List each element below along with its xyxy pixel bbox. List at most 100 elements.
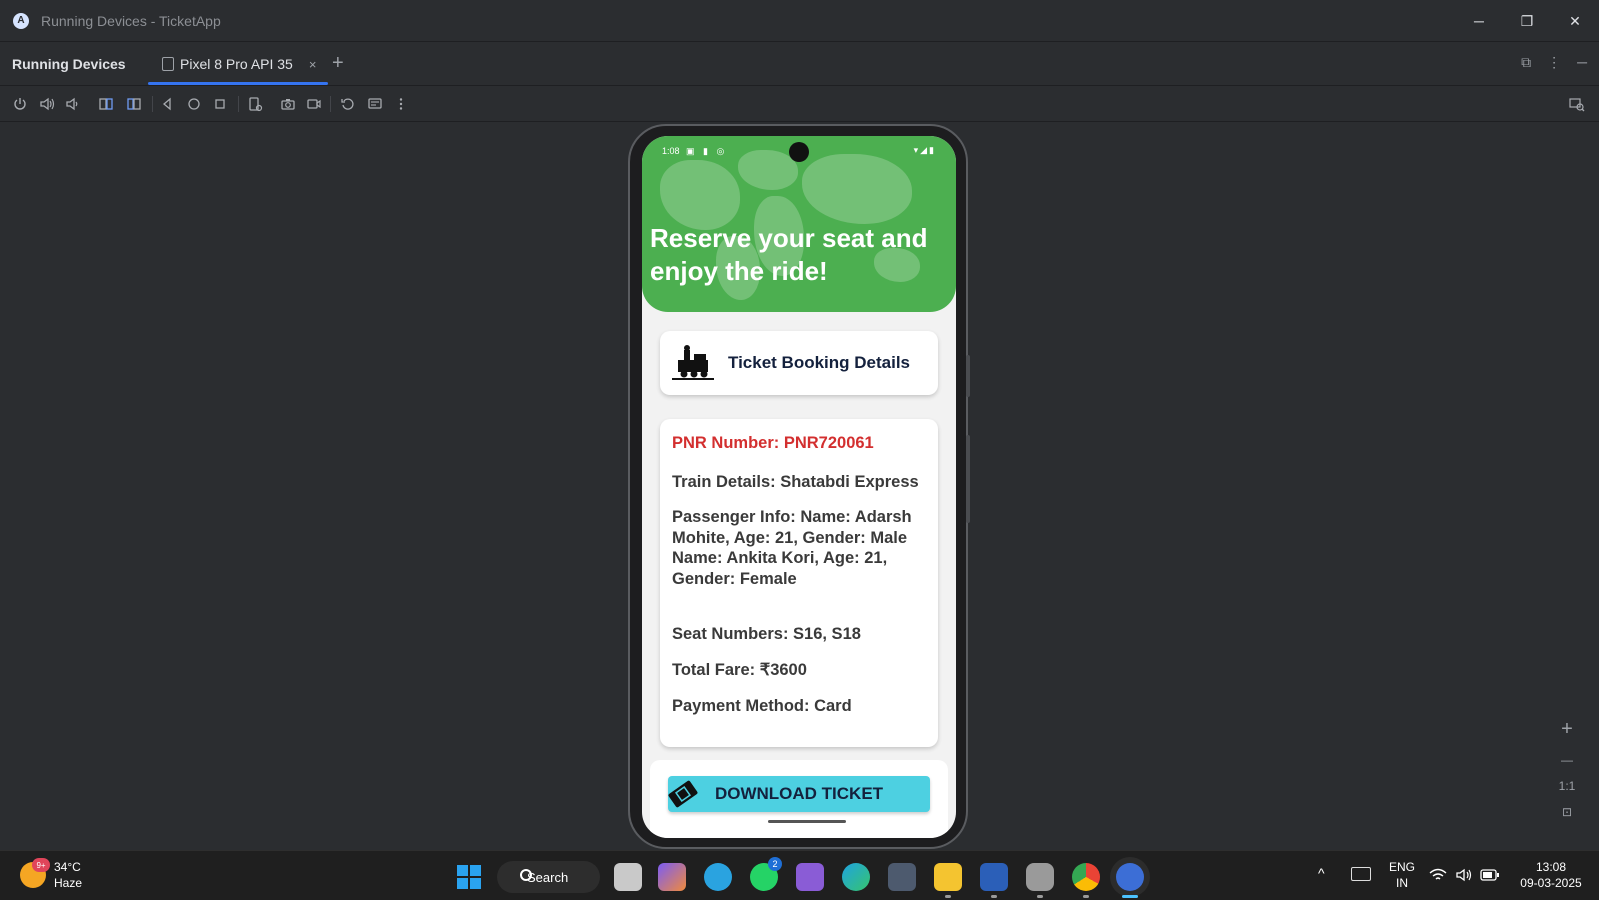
add-tab-button[interactable]: +	[332, 52, 344, 75]
zoom-actual-size-button[interactable]: 1:1	[1559, 779, 1576, 793]
rotate-left-icon[interactable]	[97, 96, 115, 112]
booking-details-card: PNR Number: PNR720061 Train Details: Sha…	[660, 419, 938, 747]
hide-window-icon[interactable]: ─	[1577, 54, 1587, 71]
zoom-search-icon[interactable]	[1568, 96, 1586, 112]
volume-icon[interactable]	[1455, 867, 1473, 883]
zoom-in-button[interactable]: +	[1561, 718, 1573, 741]
home-icon[interactable]	[185, 96, 203, 112]
taskbar-search[interactable]: Search	[497, 861, 600, 893]
toolbar-separator	[152, 96, 153, 112]
wifi-icon[interactable]	[1429, 867, 1447, 883]
tray-overflow-chevron-icon[interactable]: ^	[1318, 865, 1325, 881]
weather-temp: 34°C	[54, 860, 81, 874]
app-running-indicator	[945, 895, 951, 898]
restore-button[interactable]: ❐	[1503, 0, 1551, 42]
tool-window-actions: ⧉ ⋮ ─	[1521, 54, 1587, 71]
visual-studio-icon[interactable]	[796, 863, 824, 891]
input-language[interactable]: ENG IN	[1386, 859, 1418, 891]
total-fare: Total Fare: ₹3600	[672, 661, 807, 679]
weather-badge: 9+	[32, 858, 50, 872]
screen-record-icon[interactable]	[305, 96, 323, 112]
overview-icon[interactable]	[211, 96, 229, 112]
phone-side-button	[966, 355, 970, 397]
download-ticket-label: DOWNLOAD TICKET	[714, 784, 884, 803]
tab-close-icon[interactable]: ×	[309, 57, 317, 72]
pnr-number: PNR Number: PNR720061	[672, 434, 874, 452]
clock-time: 13:08	[1535, 860, 1567, 874]
chrome-icon[interactable]	[1072, 863, 1100, 891]
windows-start-icon[interactable]	[457, 865, 481, 889]
phone-volume-button	[966, 435, 970, 523]
weather-text: 34°C Haze	[54, 859, 82, 891]
close-button[interactable]: ✕	[1551, 0, 1599, 42]
screenshot-icon[interactable]	[279, 96, 297, 112]
weather-condition: Haze	[54, 876, 83, 890]
phone-screen[interactable]: 1:08 ▣ ▮ ◎ ▾◢▮ Reserve your seat and enj…	[642, 136, 956, 838]
options-menu-icon[interactable]: ⋮	[1547, 54, 1561, 71]
app-running-indicator	[991, 895, 997, 898]
terminal-icon[interactable]	[888, 863, 916, 891]
device-settings-icon[interactable]	[246, 96, 264, 112]
passenger-info: Passenger Info: Name: Adarsh Mohite, Age…	[672, 508, 912, 588]
back-icon[interactable]	[158, 96, 176, 112]
region-code: IN	[1396, 876, 1408, 890]
copilot-icon[interactable]	[658, 863, 686, 891]
tool-window-title: Running Devices	[12, 55, 126, 72]
emulator-toolbar	[0, 86, 1599, 122]
search-icon	[520, 869, 532, 881]
tab-label: Pixel 8 Pro API 35	[180, 56, 293, 72]
download-ticket-button[interactable]: DOWNLOAD TICKET	[668, 776, 930, 812]
minimize-button[interactable]: ─	[1455, 0, 1503, 42]
tabs-bar: Running Devices Pixel 8 Pro API 35 × + ⧉…	[0, 42, 1599, 86]
whatsapp-icon[interactable]: 2	[750, 857, 782, 891]
database-icon[interactable]	[1026, 863, 1054, 891]
active-tab-indicator	[148, 82, 328, 85]
booking-title: Ticket Booking Details	[728, 353, 911, 372]
weather-widget[interactable]: 9+ 34°C Haze	[20, 858, 82, 891]
battery-icon[interactable]	[1480, 868, 1500, 882]
notification-icons: ▣ ▮ ◎	[686, 146, 728, 156]
download-section: DOWNLOAD TICKET	[650, 760, 948, 838]
android-studio-icon[interactable]	[1116, 863, 1144, 891]
reset-icon[interactable]	[339, 96, 357, 112]
title-bar: A Running Devices - TicketApp ─ ❐ ✕	[0, 0, 1599, 42]
word-icon[interactable]	[980, 863, 1008, 891]
window-title: Running Devices - TicketApp	[41, 12, 221, 29]
tab-pixel-8-pro[interactable]: Pixel 8 Pro API 35 ×	[148, 42, 328, 86]
keyboard-icon[interactable]	[1351, 867, 1371, 881]
android-studio-logo-icon: A	[13, 12, 29, 29]
file-explorer-icon[interactable]	[934, 863, 962, 891]
zoom-out-button[interactable]: —	[1561, 753, 1573, 767]
rotate-right-icon[interactable]	[125, 96, 143, 112]
search-label: Search	[527, 869, 569, 885]
status-time: 1:08	[662, 146, 680, 156]
window-controls: ─ ❐ ✕	[1455, 0, 1599, 42]
zoom-fit-button[interactable]: ⊡	[1562, 805, 1572, 819]
more-icon[interactable]	[392, 96, 410, 112]
snapshot-icon[interactable]	[366, 96, 384, 112]
float-window-icon[interactable]: ⧉	[1521, 54, 1531, 71]
world-map-shape	[660, 160, 740, 230]
haze-weather-icon: 9+	[20, 858, 50, 888]
edge-icon[interactable]	[842, 863, 870, 891]
power-icon[interactable]	[11, 96, 29, 112]
train-icon	[672, 345, 714, 380]
app-running-indicator	[1083, 895, 1089, 898]
headline: Reserve your seat and enjoy the ride!	[650, 223, 928, 286]
volume-down-icon[interactable]	[63, 96, 81, 112]
volume-up-icon[interactable]	[38, 96, 56, 112]
gesture-home-bar[interactable]	[768, 820, 846, 823]
zoom-controls: + — 1:1 ⊡	[1553, 718, 1581, 819]
seat-numbers: Seat Numbers: S16, S18	[672, 625, 861, 643]
toolbar-separator	[238, 96, 239, 112]
clock[interactable]: 13:08 09-03-2025	[1512, 859, 1590, 891]
clock-date: 09-03-2025	[1520, 876, 1582, 890]
train-details: Train Details: Shatabdi Express	[672, 473, 919, 491]
device-icon	[162, 57, 174, 71]
windows-taskbar: 9+ 34°C Haze Search 2 ^ ENG IN 13:08 09-…	[0, 850, 1599, 900]
whatsapp-badge: 2	[768, 857, 782, 871]
task-view-icon[interactable]	[614, 863, 642, 891]
payment-method: Payment Method: Card	[672, 697, 852, 715]
toolbar-separator	[330, 96, 331, 112]
telegram-icon[interactable]	[704, 863, 732, 891]
